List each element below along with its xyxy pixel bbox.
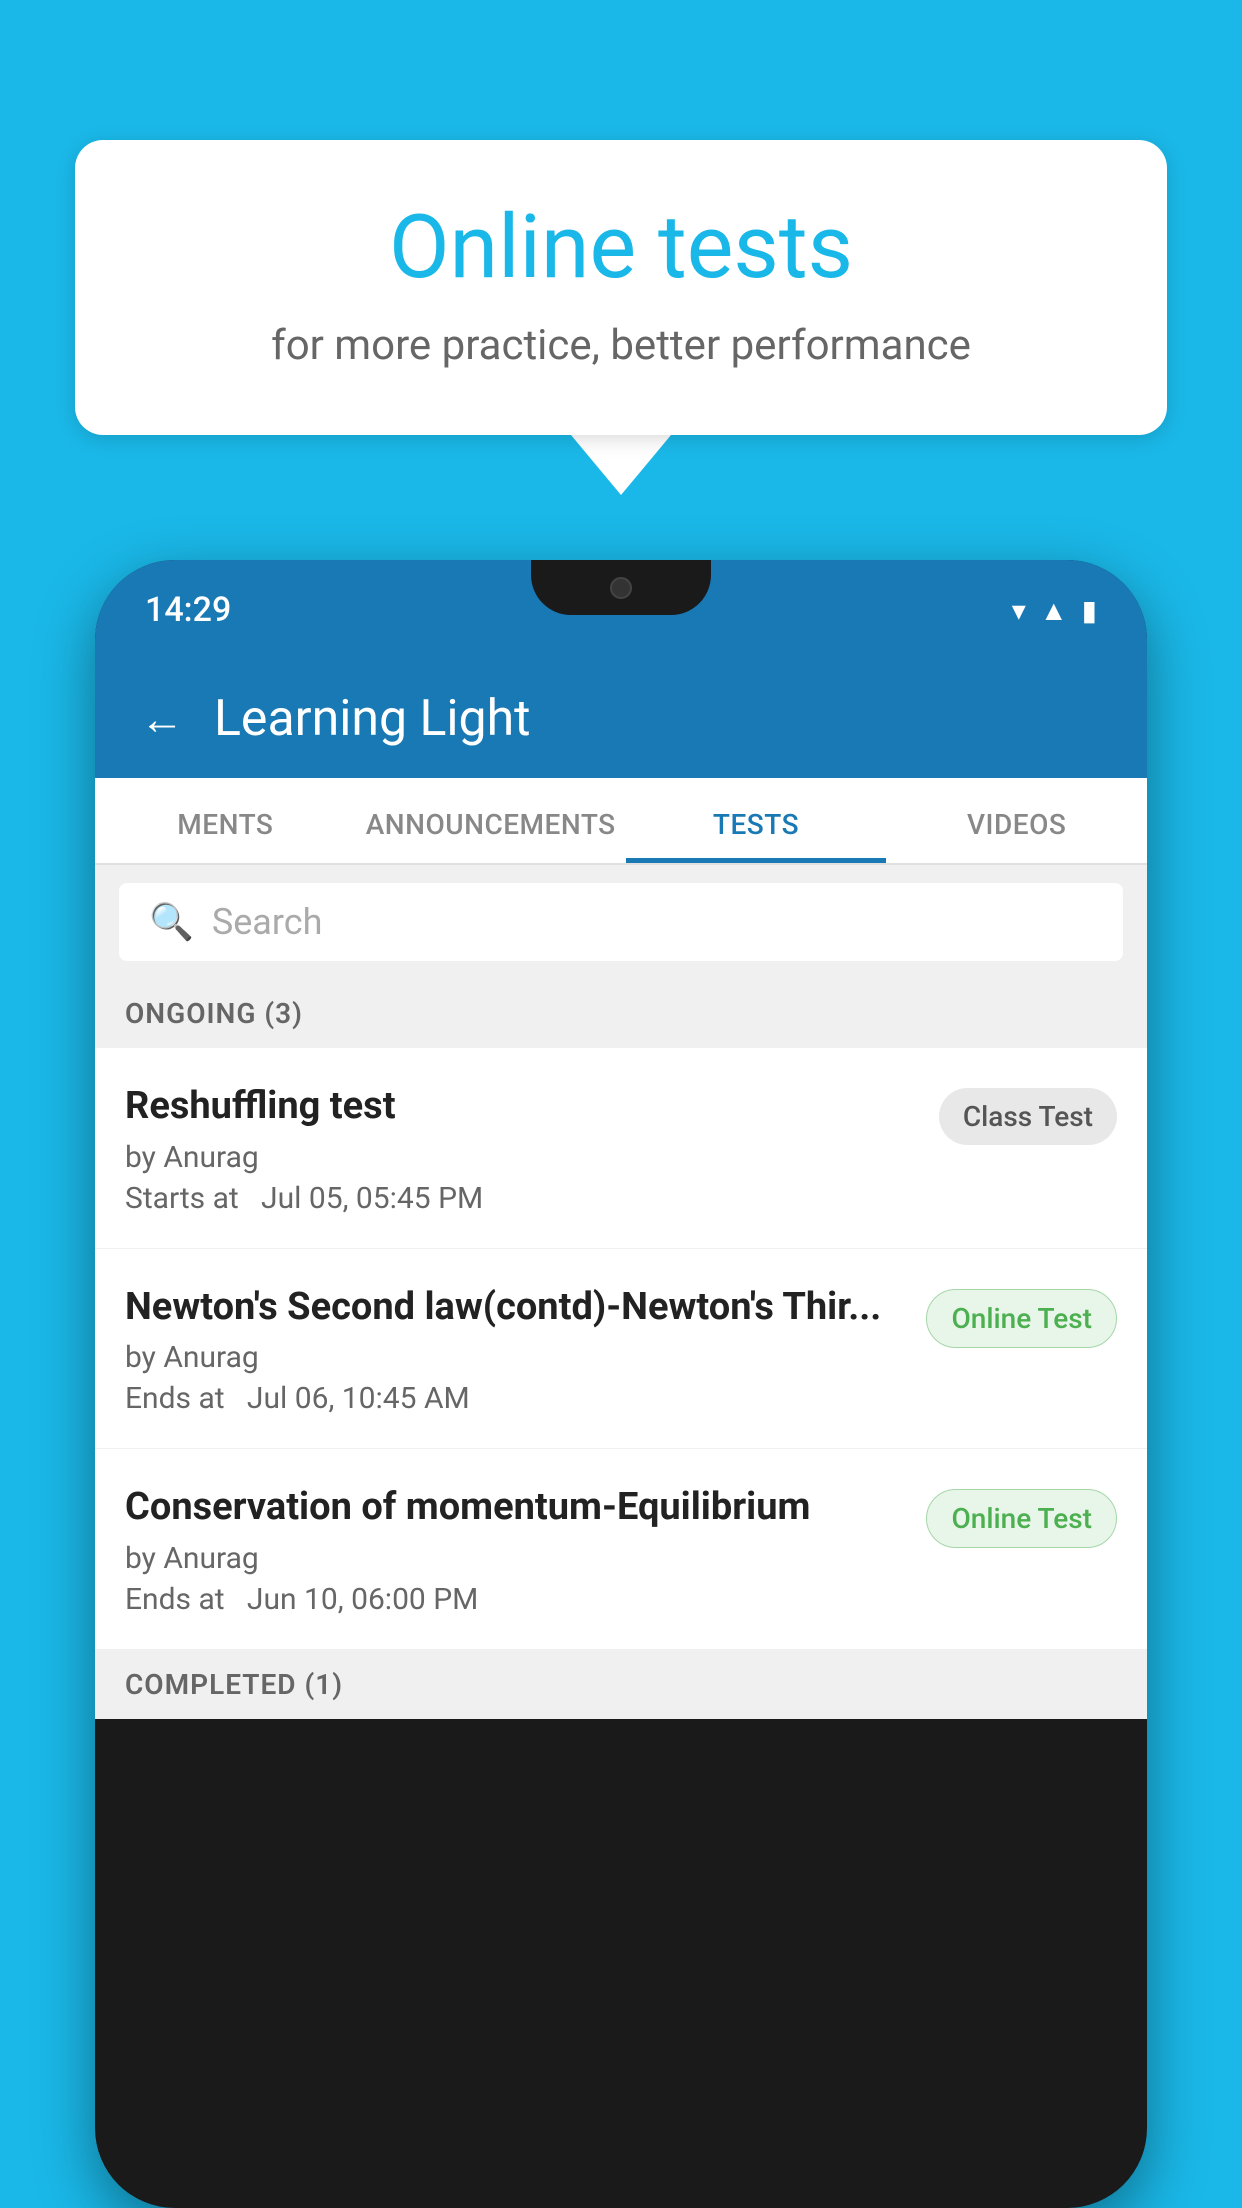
bubble-pointer <box>571 435 671 495</box>
test-name: Reshuffling test <box>125 1084 919 1130</box>
search-container: 🔍 Search <box>95 865 1147 979</box>
tab-tests[interactable]: TESTS <box>626 778 887 863</box>
test-item[interactable]: Newton's Second law(contd)-Newton's Thir… <box>95 1249 1147 1450</box>
test-info: Newton's Second law(contd)-Newton's Thir… <box>125 1285 906 1417</box>
back-button[interactable]: ← <box>140 693 184 745</box>
tab-announcements[interactable]: ANNOUNCEMENTS <box>356 778 626 863</box>
test-by: by Anurag <box>125 1541 906 1576</box>
test-item[interactable]: Reshuffling test by Anurag Starts at Jul… <box>95 1048 1147 1249</box>
status-icons: ▾ ▲ ▮ <box>1012 594 1097 627</box>
test-name: Newton's Second law(contd)-Newton's Thir… <box>125 1285 906 1331</box>
test-time: Starts at Jul 05, 05:45 PM <box>125 1181 919 1216</box>
phone-device: 14:29 ▾ ▲ ▮ ← Learning Light MENTS ANNOU… <box>95 560 1147 2208</box>
phone-body: 14:29 ▾ ▲ ▮ ← Learning Light MENTS ANNOU… <box>95 560 1147 2208</box>
test-list: Reshuffling test by Anurag Starts at Jul… <box>95 1048 1147 1650</box>
test-by: by Anurag <box>125 1340 906 1375</box>
test-time: Ends at Jun 10, 06:00 PM <box>125 1582 906 1617</box>
bubble-title: Online tests <box>155 200 1087 297</box>
test-info: Conservation of momentum-Equilibrium by … <box>125 1485 906 1617</box>
tab-videos[interactable]: VIDEOS <box>886 778 1147 863</box>
phone-notch <box>531 560 711 615</box>
clock: 14:29 <box>145 590 231 630</box>
speech-bubble: Online tests for more practice, better p… <box>75 140 1167 435</box>
test-time: Ends at Jul 06, 10:45 AM <box>125 1381 906 1416</box>
test-name: Conservation of momentum-Equilibrium <box>125 1485 906 1531</box>
search-icon: 🔍 <box>149 901 194 943</box>
signal-icon: ▲ <box>1040 594 1068 627</box>
battery-icon: ▮ <box>1082 594 1097 627</box>
tabs-bar: MENTS ANNOUNCEMENTS TESTS VIDEOS <box>95 778 1147 865</box>
status-bar: 14:29 ▾ ▲ ▮ <box>95 560 1147 660</box>
search-placeholder: Search <box>212 901 323 943</box>
camera-lens <box>610 577 632 599</box>
completed-section-label: COMPLETED (1) <box>95 1650 1147 1719</box>
wifi-icon: ▾ <box>1012 594 1026 627</box>
online-test-badge: Online Test <box>926 1289 1117 1348</box>
class-test-badge: Class Test <box>939 1088 1117 1145</box>
online-test-badge: Online Test <box>926 1489 1117 1548</box>
test-by: by Anurag <box>125 1140 919 1175</box>
test-item[interactable]: Conservation of momentum-Equilibrium by … <box>95 1449 1147 1650</box>
app-header: ← Learning Light <box>95 660 1147 778</box>
tab-ments[interactable]: MENTS <box>95 778 356 863</box>
bubble-subtitle: for more practice, better performance <box>155 321 1087 370</box>
search-bar[interactable]: 🔍 Search <box>119 883 1123 961</box>
ongoing-section-label: ONGOING (3) <box>95 979 1147 1048</box>
app-title: Learning Light <box>214 690 531 748</box>
test-info: Reshuffling test by Anurag Starts at Jul… <box>125 1084 919 1216</box>
speech-bubble-section: Online tests for more practice, better p… <box>75 140 1167 495</box>
